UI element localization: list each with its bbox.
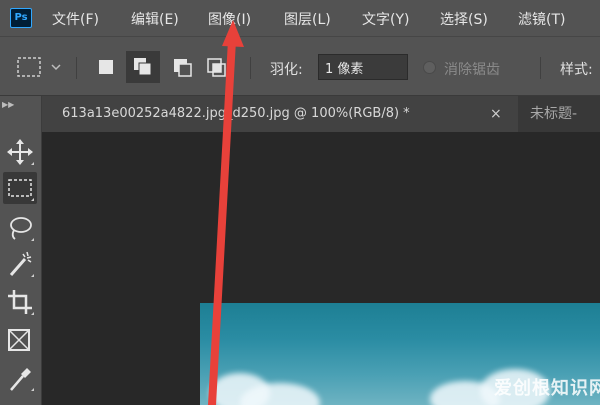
separator [250,57,251,79]
frame-tool-icon[interactable] [3,324,37,356]
crop-tool-icon[interactable] [3,286,37,318]
menu-select[interactable]: 选择(S) [440,9,488,29]
eyedropper-tool-icon[interactable] [3,362,37,394]
menu-edit[interactable]: 编辑(E) [131,9,179,29]
move-tool-icon[interactable] [3,136,37,168]
watermark: 爱创根知识网 [494,378,600,399]
close-icon[interactable]: × [490,96,502,132]
submenu-corner-icon [31,388,34,391]
photoshop-logo: Ps [10,8,32,28]
menu-image[interactable]: 图像(I) [208,9,251,29]
menu-layer[interactable]: 图层(L) [284,9,331,29]
document-tab-bar: 613a13e00252a4822.jpg_d250.jpg @ 100%(RG… [42,96,600,132]
subtract-from-selection-icon[interactable] [170,55,196,83]
add-to-selection-icon[interactable] [126,51,160,83]
antialias-checkbox[interactable] [423,61,436,74]
antialias-label: 消除锯齿 [444,62,500,78]
submenu-corner-icon [31,274,34,277]
submenu-corner-icon [31,198,34,201]
collapse-panel-icon[interactable]: ▶▶ [2,100,14,109]
submenu-corner-icon [31,312,34,315]
tools-panel: ▶▶ [0,96,42,405]
tab-title: 613a13e00252a4822.jpg_d250.jpg @ 100%(RG… [62,106,410,121]
style-label: 样式: [560,62,593,78]
options-bar: 羽化: 消除锯齿 样式: [0,36,600,96]
magic-wand-tool-icon[interactable] [3,248,37,280]
submenu-corner-icon [31,238,34,241]
menu-file[interactable]: 文件(F) [52,9,99,29]
menu-type[interactable]: 文字(Y) [362,9,409,29]
marquee-preset-icon[interactable] [16,55,64,83]
intersect-selection-icon[interactable] [204,55,230,83]
lasso-tool-icon[interactable] [3,212,37,244]
menu-filter[interactable]: 滤镜(T) [518,9,565,29]
submenu-corner-icon [31,162,34,165]
tab-untitled[interactable]: 未标题- [522,96,600,132]
separator [540,57,541,79]
feather-label: 羽化: [270,62,303,78]
feather-input[interactable] [318,54,408,80]
rectangular-marquee-tool-icon[interactable] [3,172,37,204]
new-selection-icon[interactable] [94,55,120,83]
menu-bar: Ps 文件(F) 编辑(E) 图像(I) 图层(L) 文字(Y) 选择(S) 滤… [0,0,600,36]
tab-active-document[interactable]: 613a13e00252a4822.jpg_d250.jpg @ 100%(RG… [42,96,518,132]
separator [76,57,77,79]
